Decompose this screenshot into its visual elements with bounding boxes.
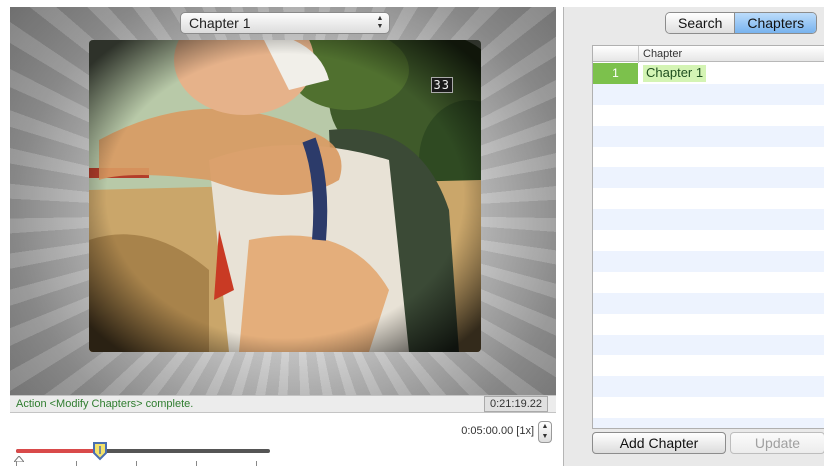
table-row-empty xyxy=(593,146,824,168)
video-still xyxy=(89,40,481,352)
table-row-empty xyxy=(593,167,824,189)
table-row-empty xyxy=(593,104,824,126)
table-row-empty xyxy=(593,230,824,252)
chapters-panel: Search Chapters Chapter 1 Chapter 1 Add … xyxy=(563,7,824,466)
add-chapter-button[interactable]: Add Chapter xyxy=(592,432,726,454)
tab-chapters[interactable]: Chapters xyxy=(735,13,817,33)
table-row-empty xyxy=(593,397,824,419)
position-readout: 0:05:00.00 [1x] xyxy=(461,425,534,437)
row-index: 1 xyxy=(593,63,638,84)
table-header: Chapter xyxy=(593,46,824,62)
chapter-select[interactable]: Chapter 1 ▲ ▼ xyxy=(180,12,390,34)
transport-controls: 0:05:00.00 [1x] ▲ ▼ xyxy=(10,413,556,466)
table-row-empty xyxy=(593,188,824,210)
chevron-updown-icon: ▲ ▼ xyxy=(541,423,549,440)
status-bar: Action <Modify Chapters> complete. 0:21:… xyxy=(10,395,556,413)
table-row-empty xyxy=(593,376,824,398)
table-row-empty xyxy=(593,355,824,377)
table-body: 1 Chapter 1 xyxy=(593,63,824,428)
table-row-empty xyxy=(593,271,824,293)
table-row[interactable]: 1 Chapter 1 xyxy=(593,63,824,84)
chevron-updown-icon: ▲ ▼ xyxy=(376,15,384,30)
chapters-table: Chapter 1 Chapter 1 xyxy=(592,45,824,429)
update-button[interactable]: Update xyxy=(730,432,824,454)
status-text: Action <Modify Chapters> complete. xyxy=(16,398,194,410)
table-row-empty xyxy=(593,83,824,105)
scrub-progress-fill xyxy=(16,449,100,453)
scrub-ticks xyxy=(16,461,270,466)
table-row-empty xyxy=(593,334,824,356)
timecode-display: 0:21:19.22 xyxy=(484,396,548,412)
tab-bar: Search Chapters xyxy=(665,12,818,34)
table-row-empty xyxy=(593,292,824,314)
speed-stepper[interactable]: ▲ ▼ xyxy=(538,421,552,443)
row-chapter-name[interactable]: Chapter 1 xyxy=(643,65,707,82)
scrub-track[interactable] xyxy=(16,449,270,453)
table-row-empty xyxy=(593,313,824,335)
table-row-empty xyxy=(593,251,824,272)
video-frame[interactable]: 33 xyxy=(89,40,481,352)
tab-search[interactable]: Search xyxy=(666,13,736,33)
video-pane: Chapter 1 ▲ ▼ 33 Action <Modify Chapters… xyxy=(10,7,556,466)
table-row-empty xyxy=(593,125,824,147)
table-row-empty xyxy=(593,418,824,428)
chapter-select-value: Chapter 1 xyxy=(189,15,251,31)
column-header-chapter[interactable]: Chapter xyxy=(643,48,682,60)
table-row-empty xyxy=(593,209,824,231)
scrub-knob[interactable] xyxy=(92,441,108,461)
video-counter: 33 xyxy=(430,77,453,93)
